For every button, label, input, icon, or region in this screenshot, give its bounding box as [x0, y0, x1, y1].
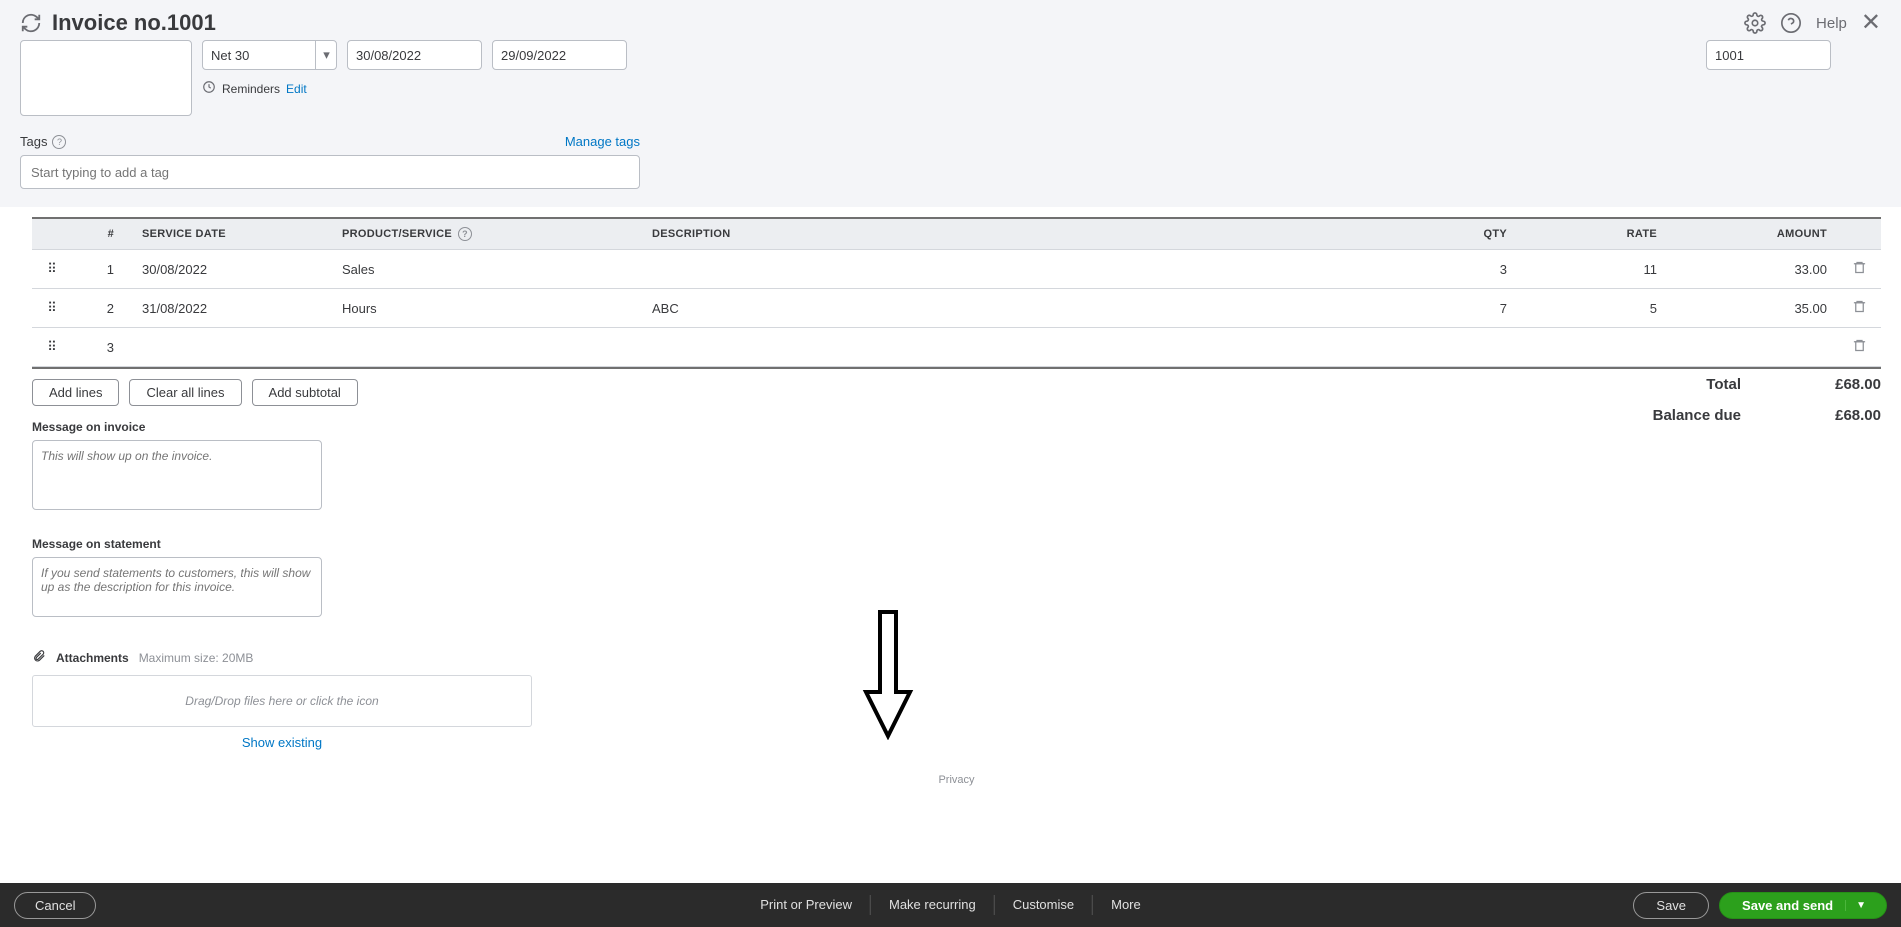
delete-row-icon[interactable] [1837, 328, 1881, 367]
message-statement-label: Message on statement [32, 537, 1881, 551]
billing-address-box[interactable] [20, 40, 192, 116]
gear-icon[interactable] [1744, 12, 1766, 34]
cell-amount[interactable]: 33.00 [1667, 250, 1837, 289]
cell-description[interactable] [642, 328, 1377, 367]
table-row[interactable]: ⠿130/08/2022Sales 31133.00 [32, 250, 1881, 289]
reminders-label: Reminders [222, 82, 280, 96]
line-items-table: # SERVICE DATE PRODUCT/SERVICE ? DESCRIP… [32, 217, 1881, 367]
cell-rate[interactable]: 11 [1517, 250, 1667, 289]
cell-rate[interactable] [1517, 328, 1667, 367]
col-header-rate: RATE [1517, 218, 1667, 250]
due-date-input[interactable]: 29/09/2022 [492, 40, 627, 70]
manage-tags-link[interactable]: Manage tags [565, 134, 640, 149]
chevron-down-icon[interactable]: ▾ [315, 40, 337, 70]
invoice-date-value: 30/08/2022 [356, 48, 421, 63]
tags-label: Tags [20, 134, 47, 149]
add-lines-button[interactable]: Add lines [32, 379, 119, 406]
add-subtotal-button[interactable]: Add subtotal [252, 379, 358, 406]
clock-icon [202, 80, 216, 97]
make-recurring-link[interactable]: Make recurring [871, 895, 995, 915]
attachments-drop-zone[interactable]: Drag/Drop files here or click the icon [32, 675, 532, 727]
row-number: 1 [72, 250, 132, 289]
message-statement-textarea[interactable] [32, 557, 322, 617]
help-circle-icon[interactable]: ? [52, 135, 66, 149]
cell-description[interactable] [642, 250, 1377, 289]
drag-handle-icon[interactable]: ⠿ [32, 250, 72, 289]
col-header-num: # [72, 218, 132, 250]
save-button[interactable]: Save [1633, 892, 1709, 919]
cell-qty[interactable]: 3 [1377, 250, 1517, 289]
table-row[interactable]: ⠿3 [32, 328, 1881, 367]
col-header-qty: QTY [1377, 218, 1517, 250]
tags-input[interactable] [20, 155, 640, 189]
cell-product[interactable]: Hours [332, 289, 642, 328]
message-invoice-label: Message on invoice [32, 420, 1881, 434]
cell-service-date[interactable]: 30/08/2022 [132, 250, 332, 289]
drag-handle-icon[interactable]: ⠿ [32, 328, 72, 367]
row-number: 3 [72, 328, 132, 367]
cancel-button[interactable]: Cancel [14, 892, 96, 919]
clear-all-lines-button[interactable]: Clear all lines [129, 379, 241, 406]
more-link[interactable]: More [1093, 895, 1159, 915]
col-header-service-date: SERVICE DATE [132, 218, 332, 250]
paperclip-icon [32, 648, 46, 667]
message-invoice-textarea[interactable] [32, 440, 322, 510]
due-date-value: 29/09/2022 [501, 48, 566, 63]
save-send-label: Save and send [1742, 898, 1833, 913]
col-header-product: PRODUCT/SERVICE [342, 228, 452, 240]
invoice-number-input[interactable]: 1001 [1706, 40, 1831, 70]
cell-rate[interactable]: 5 [1517, 289, 1667, 328]
chevron-down-icon[interactable]: ▼ [1845, 900, 1866, 911]
cell-amount[interactable] [1667, 328, 1837, 367]
balance-due-value: £68.00 [1801, 407, 1881, 424]
invoice-date-input[interactable]: 30/08/2022 [347, 40, 482, 70]
page-title: Invoice no.1001 [52, 10, 216, 36]
show-existing-link[interactable]: Show existing [242, 735, 322, 750]
invoice-number-value: 1001 [1715, 48, 1744, 63]
cell-product[interactable]: Sales [332, 250, 642, 289]
terms-value: Net 30 [211, 48, 249, 63]
close-icon[interactable]: ✕ [1861, 11, 1881, 35]
delete-row-icon[interactable] [1837, 289, 1881, 328]
cell-product[interactable] [332, 328, 642, 367]
recurring-icon [20, 12, 42, 34]
reminders-edit-link[interactable]: Edit [286, 82, 307, 96]
cell-amount[interactable]: 35.00 [1667, 289, 1837, 328]
cell-description[interactable]: ABC [642, 289, 1377, 328]
total-label: Total [1706, 376, 1741, 393]
table-row[interactable]: ⠿231/08/2022HoursABC7535.00 [32, 289, 1881, 328]
cell-qty[interactable] [1377, 328, 1517, 367]
save-and-send-button[interactable]: Save and send ▼ [1719, 892, 1887, 919]
drag-handle-icon[interactable]: ⠿ [32, 289, 72, 328]
row-number: 2 [72, 289, 132, 328]
privacy-link[interactable]: Privacy [32, 774, 1881, 786]
footer-bar: Cancel Print or Preview Make recurring C… [0, 883, 1901, 927]
cell-service-date[interactable] [132, 328, 332, 367]
cell-qty[interactable]: 7 [1377, 289, 1517, 328]
attachments-hint: Maximum size: 20MB [139, 651, 254, 665]
total-value: £68.00 [1801, 376, 1881, 393]
help-circle-icon[interactable]: ? [458, 227, 472, 241]
cell-service-date[interactable]: 31/08/2022 [132, 289, 332, 328]
balance-due-label: Balance due [1653, 407, 1741, 424]
col-header-amount: AMOUNT [1667, 218, 1837, 250]
help-label[interactable]: Help [1816, 15, 1847, 32]
delete-row-icon[interactable] [1837, 250, 1881, 289]
help-icon[interactable] [1780, 12, 1802, 34]
col-header-description: DESCRIPTION [642, 218, 1377, 250]
print-preview-link[interactable]: Print or Preview [742, 895, 871, 915]
customise-link[interactable]: Customise [995, 895, 1093, 915]
attachments-label: Attachments [56, 651, 129, 665]
drop-zone-text: Drag/Drop files here or click the icon [185, 694, 378, 708]
